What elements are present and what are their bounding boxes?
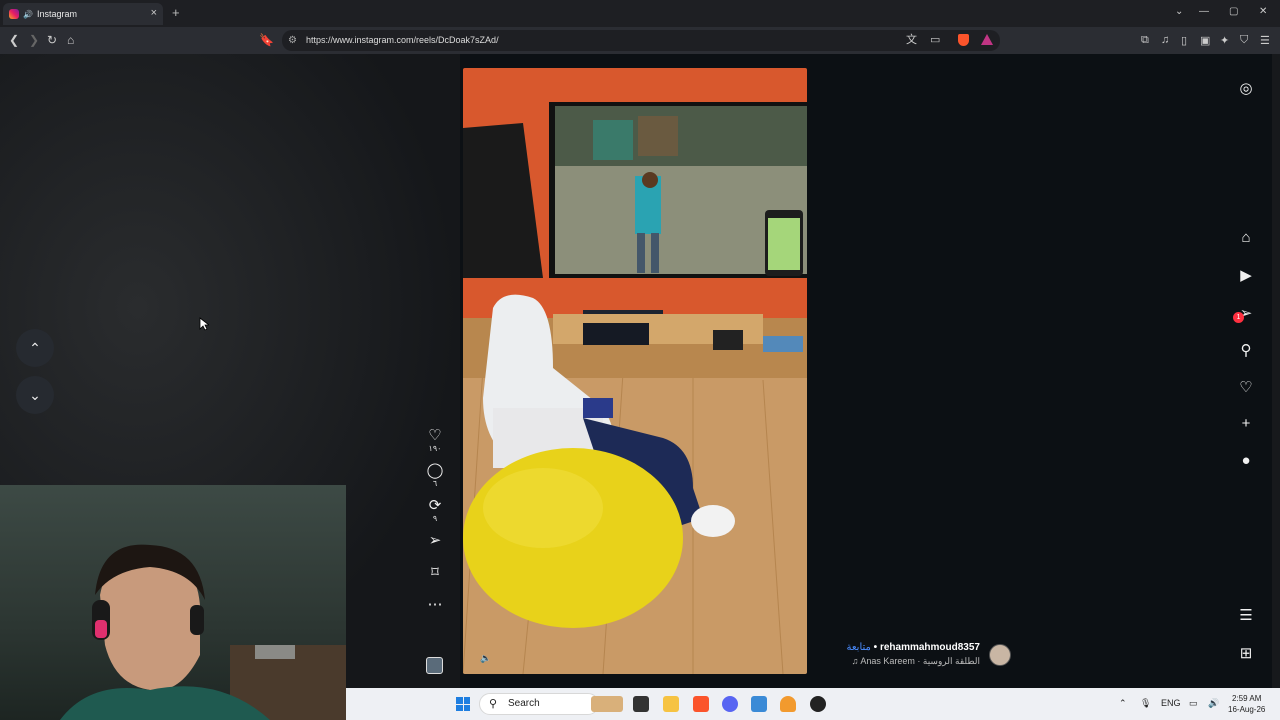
- instagram-favicon-icon: [9, 9, 19, 19]
- tab-list-button[interactable]: ⌄: [1175, 6, 1183, 17]
- instagram-icon[interactable]: ◎: [1234, 79, 1258, 97]
- webcam-person-image: [60, 544, 346, 720]
- menu-icon[interactable]: ☰: [1234, 606, 1258, 624]
- notepad-icon[interactable]: [751, 696, 767, 712]
- previous-reel-button[interactable]: ⌃: [16, 329, 54, 367]
- new-tab-button[interactable]: +: [172, 5, 180, 20]
- tab-close-button[interactable]: ×: [151, 7, 157, 19]
- taskbar-search[interactable]: ⚲ Search: [479, 693, 599, 715]
- wallet-icon[interactable]: ▣: [1200, 34, 1210, 47]
- chevron-up-icon: ⌃: [29, 339, 41, 356]
- home-page-icon[interactable]: ⌂: [67, 33, 74, 47]
- back-icon[interactable]: ❮: [9, 33, 19, 47]
- reel-video-frame: [463, 68, 807, 674]
- like-icon[interactable]: ♡: [422, 426, 448, 444]
- separator-dot: •: [873, 642, 878, 653]
- cloud-app-icon[interactable]: [780, 696, 796, 712]
- reload-icon[interactable]: ↻: [47, 33, 57, 47]
- taskbar-clock[interactable]: 2:59 AM 16-Aug-26: [1228, 693, 1265, 715]
- windows-start-icon[interactable]: [456, 697, 470, 711]
- translate-icon[interactable]: 文: [906, 30, 917, 51]
- next-reel-button[interactable]: ⌄: [16, 376, 54, 414]
- volume-icon[interactable]: 🔈: [480, 653, 491, 664]
- brave-browser-icon[interactable]: [693, 696, 709, 712]
- url-field[interactable]: ⚙ https://www.instagram.com/reels/DcDoak…: [282, 30, 1000, 51]
- file-explorer-icon[interactable]: [663, 696, 679, 712]
- close-window-button[interactable]: ✕: [1259, 6, 1267, 17]
- page-scrollbar[interactable]: [1272, 54, 1280, 688]
- heart-icon[interactable]: ♡: [1234, 378, 1258, 396]
- language-indicator[interactable]: ENG: [1161, 698, 1181, 708]
- minimize-button[interactable]: —: [1199, 6, 1209, 17]
- music-note-icon: ♫: [851, 656, 859, 666]
- search-icon[interactable]: ⚲: [1234, 341, 1258, 359]
- bookmark-page-icon[interactable]: 🔖: [259, 33, 274, 47]
- comments-count: ٦: [432, 479, 438, 488]
- reel-video[interactable]: [463, 68, 807, 674]
- sidebar-icon[interactable]: ▯: [1181, 34, 1187, 47]
- maximize-button[interactable]: ▢: [1229, 6, 1238, 17]
- brave-shields-icon[interactable]: [958, 34, 969, 46]
- more-icon[interactable]: ⋯: [422, 595, 448, 613]
- address-toolbar: ❮ ❯ ↻ ⌂ 🔖 ⚙ https://www.instagram.com/re…: [0, 27, 1280, 54]
- browser-tab-instagram[interactable]: 🔊 Instagram ×: [3, 3, 163, 25]
- forward-icon[interactable]: ❯: [29, 33, 39, 47]
- audio-title[interactable]: Anas Kareem · الطلقة الروسية: [860, 656, 980, 666]
- leo-ai-icon[interactable]: ✦: [1220, 34, 1229, 47]
- mouse-cursor-icon: [199, 317, 209, 331]
- audio-thumbnail[interactable]: [426, 657, 443, 674]
- tab-title: Instagram: [36, 9, 77, 19]
- extensions-icon[interactable]: ⧉: [1141, 34, 1149, 47]
- widgets-icon[interactable]: [591, 696, 623, 712]
- vpn-shield-icon[interactable]: ⛉: [1240, 34, 1248, 47]
- author-avatar[interactable]: [989, 644, 1011, 666]
- home-icon[interactable]: ⌂: [1234, 229, 1258, 246]
- clock-date: 16-Aug-26: [1228, 705, 1266, 714]
- brave-rewards-icon[interactable]: [981, 34, 993, 45]
- bookmark-icon[interactable]: ⌑: [422, 563, 448, 581]
- obs-icon[interactable]: [810, 696, 826, 712]
- browser-tab-bar: 🔊 Instagram × + ⌄ — ▢ ✕: [0, 0, 1280, 27]
- reels-icon[interactable]: ▶: [1234, 266, 1258, 284]
- follow-button[interactable]: متابعة: [846, 642, 870, 653]
- url-text: https://www.instagram.com/reels/DcDoak7s…: [306, 35, 499, 45]
- windows-taskbar: ⚲ Search ⌃ 🎙 ENG ▭ 🔊 2:59 AM 16-Aug-26: [346, 688, 1280, 720]
- author-username[interactable]: rehammahmoud8357: [880, 642, 980, 653]
- share-icon[interactable]: ➢: [422, 531, 448, 549]
- repost-icon[interactable]: ⟳: [422, 496, 448, 514]
- site-settings-icon[interactable]: ⚙: [288, 30, 297, 51]
- cast-icon[interactable]: ▭: [930, 30, 940, 51]
- reel-actions: ♡ ١٩٠ ◯ ٦ ⟳ ٩ ➢ ⌑ ⋯: [422, 426, 448, 613]
- likes-count: ١٩٠: [428, 444, 442, 453]
- clock-time: 2:59 AM: [1232, 694, 1262, 703]
- music-icon[interactable]: ♫: [1161, 34, 1169, 46]
- apps-icon[interactable]: ⊞: [1234, 644, 1258, 662]
- discord-icon[interactable]: [722, 696, 738, 712]
- taskbar-search-label: Search: [508, 698, 540, 709]
- microphone-icon[interactable]: 🎙: [1140, 698, 1151, 709]
- speaker-tray-icon[interactable]: 🔊: [1208, 698, 1219, 709]
- messages-badge: 1: [1233, 312, 1244, 323]
- search-glass-icon: ⚲: [489, 698, 498, 710]
- plus-icon[interactable]: +: [1234, 415, 1258, 432]
- comment-icon[interactable]: ◯: [422, 461, 448, 479]
- profile-icon[interactable]: ●: [1234, 452, 1258, 469]
- reposts-count: ٩: [432, 514, 438, 523]
- browser-menu-icon[interactable]: ☰: [1260, 34, 1270, 47]
- display-icon[interactable]: ▭: [1189, 698, 1198, 709]
- chevron-down-icon: ⌄: [29, 386, 41, 403]
- webcam-overlay: [0, 485, 346, 720]
- task-view-icon[interactable]: [633, 696, 649, 712]
- tray-overflow-icon[interactable]: ⌃: [1119, 698, 1127, 709]
- speaker-icon[interactable]: 🔊: [23, 10, 33, 19]
